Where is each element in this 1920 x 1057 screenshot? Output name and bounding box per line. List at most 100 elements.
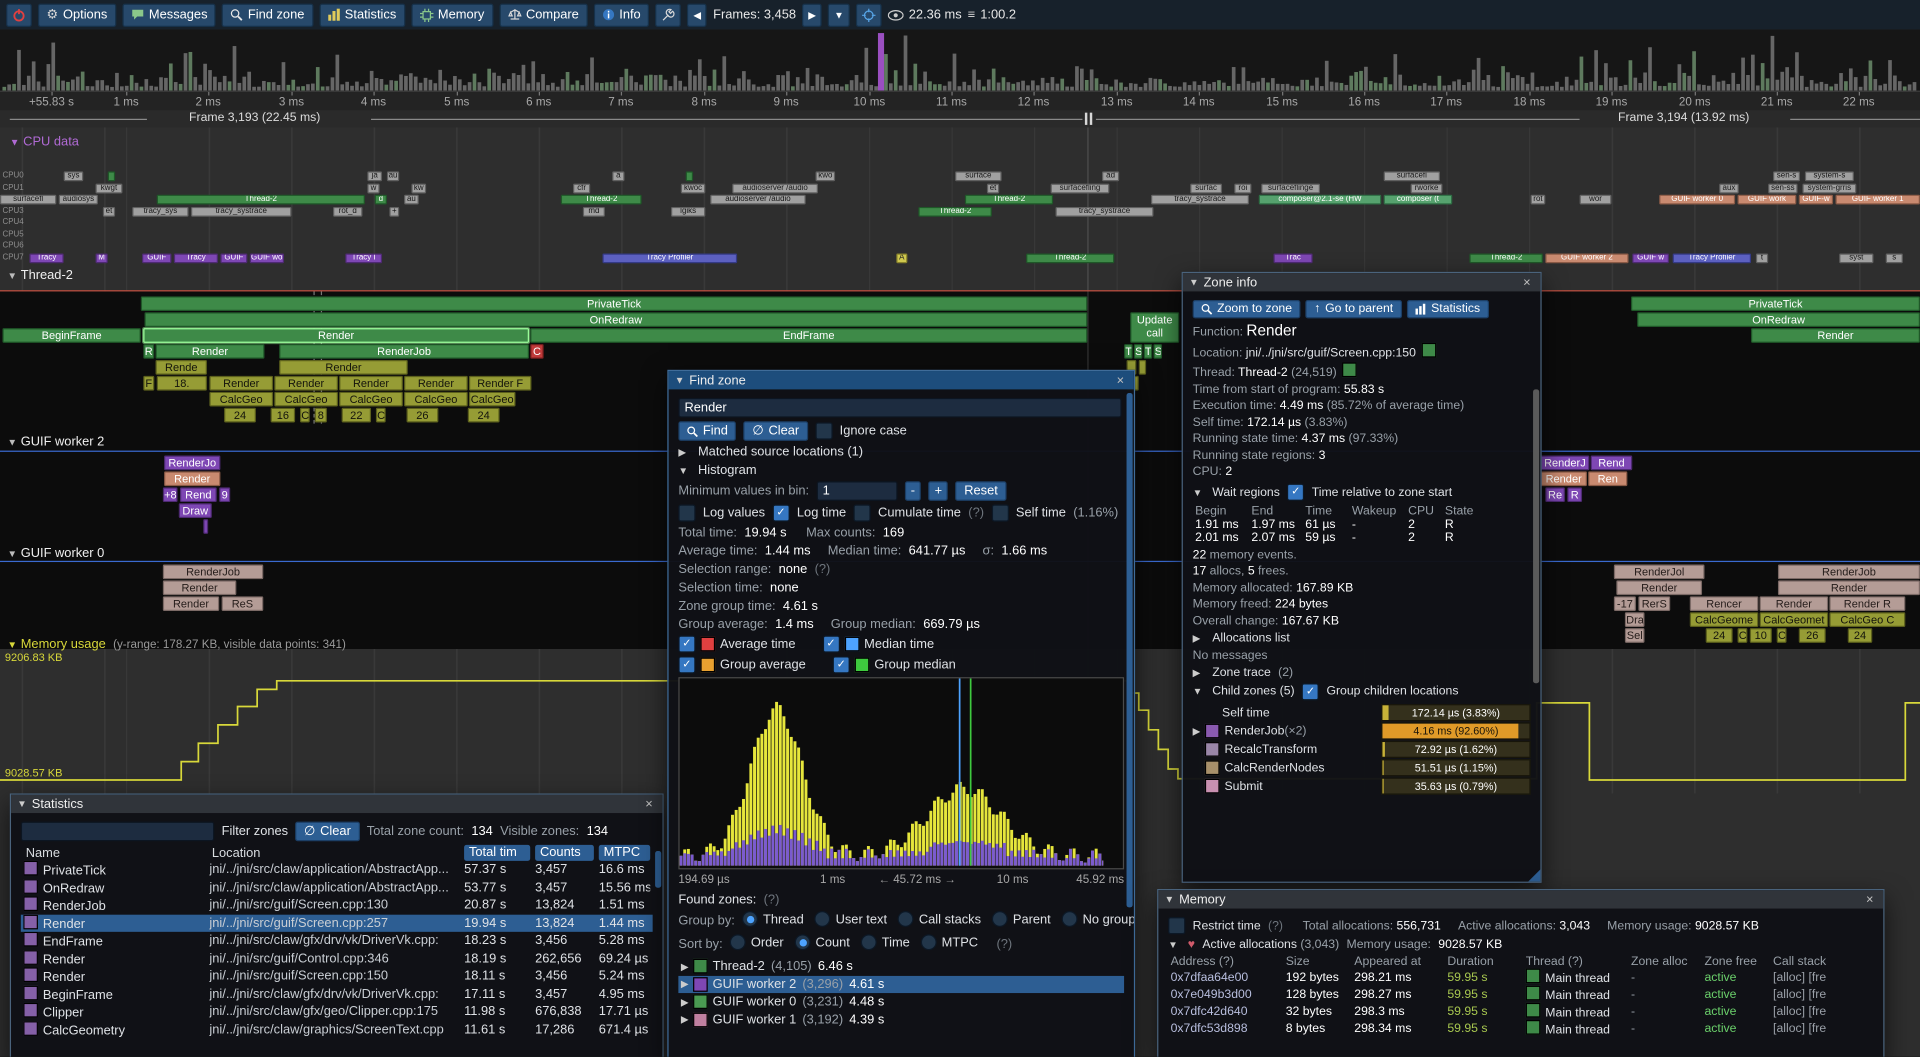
stats-row[interactable]: RenderJobjni/../jni/src/guif/Screen.cpp:…: [21, 896, 653, 914]
collapse-icon[interactable]: ▼: [1168, 939, 1180, 950]
timeline-zone[interactable]: 24: [1706, 628, 1733, 643]
timeline-zone[interactable]: Render: [1616, 580, 1702, 595]
memory-column-size[interactable]: Size: [1286, 955, 1350, 968]
memory-column-appeared-at[interactable]: Appeared at: [1354, 955, 1442, 968]
messages-button[interactable]: Messages: [122, 3, 216, 26]
timeline-zone[interactable]: Rencer: [1690, 596, 1759, 611]
timeline-zone[interactable]: composer@2.1-se (HW: [1259, 195, 1381, 205]
timeline-zone[interactable]: Tracy Profiler: [602, 253, 737, 263]
timeline-zone[interactable]: S: [1134, 344, 1143, 359]
stats-row[interactable]: BeginFramejni/../jni/src/claw/gfx/drv/vk…: [21, 985, 653, 1003]
timeline-zone[interactable]: RenderJob: [163, 564, 263, 579]
legend-median-time[interactable]: ✓Median time: [822, 636, 934, 653]
min-bin-input[interactable]: [816, 481, 897, 501]
stats-row[interactable]: Renderjni/../jni/src/guif/Screen.cpp:150…: [21, 967, 653, 985]
find-button[interactable]: Find: [678, 421, 736, 441]
timeline-zone[interactable]: ja: [367, 171, 382, 181]
timeline-zone[interactable]: Render F: [469, 376, 531, 391]
timeline-zone[interactable]: 24: [1848, 628, 1872, 643]
stats-row[interactable]: Renderjni/../jni/src/guif/Control.cpp:34…: [21, 950, 653, 968]
collapse-icon[interactable]: ▼: [1193, 487, 1205, 498]
expand-icon[interactable]: ▶: [1193, 667, 1205, 678]
radio-user-text[interactable]: User text: [815, 911, 887, 927]
info-button[interactable]: Info: [594, 3, 650, 26]
timeline-zone[interactable]: GUIF work: [1738, 195, 1797, 205]
timeline-zone[interactable]: audiosys: [59, 195, 98, 205]
ignore-case-checkbox[interactable]: [815, 422, 832, 439]
timeline-zone[interactable]: [203, 519, 208, 534]
active-allocations-label[interactable]: Active allocations (3,043): [1202, 938, 1339, 951]
timeline-zone[interactable]: CalcGeo C: [1829, 612, 1905, 627]
memory-button[interactable]: Memory: [411, 3, 493, 26]
timeline-zone[interactable]: Sel: [1625, 628, 1645, 643]
timeline-zone[interactable]: Re: [1545, 487, 1565, 502]
memory-column-address-[interactable]: Address (?): [1171, 955, 1281, 968]
timeline-zone[interactable]: 16: [271, 408, 295, 423]
radio-thread[interactable]: Thread: [742, 911, 804, 927]
timeline-zone[interactable]: surfaceflinge: [1261, 184, 1320, 194]
filter-zones-input[interactable]: [21, 822, 214, 842]
timeline-zone[interactable]: Update call: [1130, 312, 1179, 343]
timeline-zone[interactable]: tracy_systrace: [1056, 207, 1154, 217]
timeline-zone[interactable]: OnRedraw: [1637, 312, 1920, 327]
self-time-checkbox[interactable]: [991, 504, 1008, 521]
timeline-zone[interactable]: BeginFrame: [2, 328, 140, 343]
timeline-zone[interactable]: RenderJ: [1540, 456, 1589, 471]
timeline-zone[interactable]: Tracy: [29, 253, 63, 263]
zone-search-input[interactable]: [678, 398, 1121, 418]
timeline-zone[interactable]: s: [1886, 253, 1903, 263]
timeline-zone[interactable]: +8: [163, 487, 178, 502]
histogram-section-label[interactable]: Histogram: [698, 463, 757, 478]
scrollbar-thumb[interactable]: [1533, 389, 1539, 683]
radio-no-groupi[interactable]: No groupi: [1062, 911, 1135, 927]
stats-column-counts[interactable]: Counts: [535, 845, 594, 861]
timeline-zone[interactable]: ad: [1102, 171, 1119, 181]
timeline-zone[interactable]: CalcGeo: [469, 392, 516, 407]
found-zone-group[interactable]: ▶GUIF worker 1(3,192)4.39 s: [678, 1011, 1124, 1029]
timeline-zone[interactable]: au: [387, 171, 399, 181]
timeline-zone[interactable]: 8: [315, 408, 327, 423]
timeline-zone[interactable]: 24: [224, 408, 256, 423]
timeline-zone[interactable]: t: [1756, 253, 1768, 263]
timeline-zone[interactable]: Rend: [180, 487, 217, 502]
timeline-zone[interactable]: Render: [1751, 328, 1920, 343]
timeline-zone[interactable]: 26: [1799, 628, 1826, 643]
next-frame-button[interactable]: ▶: [802, 3, 822, 26]
allocation-row[interactable]: 0x7dfc53d8988 bytes298.34 ms59.95 sMain …: [1168, 1020, 1873, 1037]
timeline-zone[interactable]: sen-ss: [1768, 184, 1797, 194]
restrict-time-checkbox[interactable]: [1168, 917, 1185, 934]
timeline-zone[interactable]: PrivateTick: [141, 296, 1088, 311]
allocations-list-label[interactable]: Allocations list: [1212, 631, 1290, 644]
timeline-zone[interactable]: C: [300, 408, 310, 423]
timeline-zone[interactable]: 18.: [157, 376, 207, 391]
timeline-zone[interactable]: R: [143, 344, 154, 359]
timeline-zone[interactable]: cfr: [573, 184, 590, 194]
timeline-zone[interactable]: Thread-2: [1026, 253, 1114, 263]
frame-overview-strip[interactable]: [0, 29, 1920, 91]
clear-filter-button[interactable]: ∅Clear: [295, 822, 359, 842]
timeline-zone[interactable]: 24: [468, 408, 500, 423]
timeline-zone[interactable]: kwoc: [681, 184, 705, 194]
timeline-zone[interactable]: audioserver /audio: [732, 184, 818, 194]
stats-row[interactable]: Renderjni/../jni/src/guif/Screen.cpp:257…: [21, 914, 653, 932]
timeline-zone[interactable]: GUIF-w: [1799, 195, 1833, 205]
timeline-zone[interactable]: tracy_systrace: [191, 207, 291, 217]
timeline-zone[interactable]: au: [404, 195, 419, 205]
timeline-zone[interactable]: sen-s: [1773, 171, 1800, 181]
radio-time[interactable]: Time: [861, 934, 910, 950]
timeline-zone[interactable]: surfacefl: [0, 195, 56, 205]
timeline-zone[interactable]: Thread-2: [1469, 253, 1542, 263]
timeline-zone[interactable]: Rende: [156, 360, 207, 375]
timeline-zone[interactable]: CalcGeo: [339, 392, 403, 407]
timeline-zone[interactable]: sys: [64, 171, 84, 181]
timeline-zone[interactable]: CalcGeo: [404, 392, 468, 407]
wait-region-row[interactable]: 1.91 ms1.97 ms61 µs-2R: [1193, 518, 1531, 531]
timeline-zone[interactable]: GUIF worker 0: [1659, 195, 1735, 205]
timeline-zone[interactable]: RenderJob: [279, 344, 529, 359]
log-time-checkbox[interactable]: ✓: [772, 504, 789, 521]
frame-dropdown-button[interactable]: ▼: [828, 3, 850, 26]
thread-header-thread-2[interactable]: ▼Thread-2: [7, 268, 73, 283]
timeline-zone[interactable]: RenderJol: [1614, 564, 1705, 579]
timeline-zone[interactable]: M: [96, 253, 108, 263]
timeline-zone[interactable]: A: [896, 253, 907, 263]
